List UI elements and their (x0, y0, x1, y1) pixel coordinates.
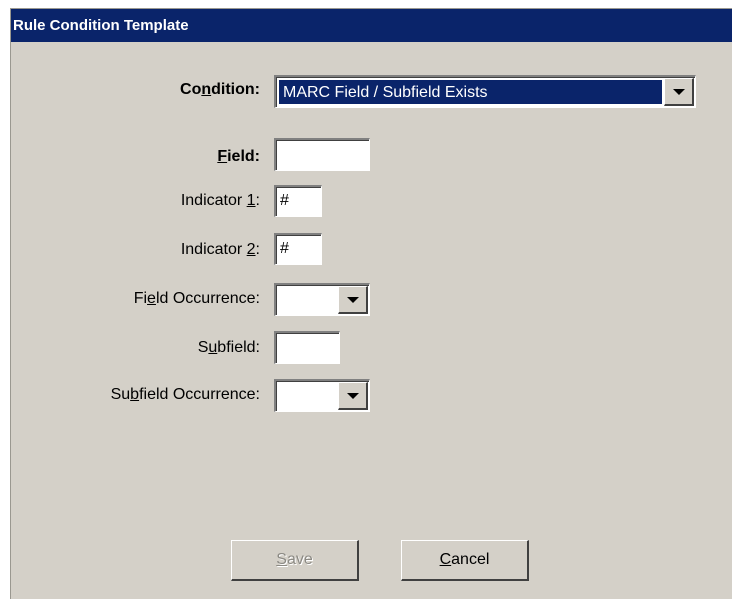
indicator-2-input[interactable]: # (274, 233, 322, 265)
indicator-1-label: Indicator 1: (180, 192, 260, 209)
cancel-button[interactable]: Cancel (401, 540, 529, 581)
condition-select-value: MARC Field / Subfield Exists (279, 80, 662, 104)
field-occurrence-dropdown-button[interactable] (338, 286, 368, 314)
field-input[interactable] (274, 138, 370, 171)
field-occurrence-select[interactable] (274, 283, 370, 316)
indicator-2-label: Indicator 2: (180, 241, 260, 258)
subfield-occurrence-dropdown-button[interactable] (338, 382, 368, 410)
field-occurrence-value (279, 288, 336, 312)
condition-label: Condition: (180, 81, 260, 98)
field-label: Field: (217, 148, 260, 165)
chevron-down-icon (346, 296, 359, 303)
field-occurrence-label: Field Occurrence: (133, 290, 260, 307)
subfield-input[interactable] (274, 331, 340, 364)
subfield-occurrence-value (279, 384, 336, 408)
rule-condition-dialog: Rule Condition Template Condition: MARC … (10, 8, 732, 599)
chevron-down-icon (672, 88, 685, 95)
condition-dropdown-button[interactable] (664, 78, 694, 106)
save-button[interactable]: Save (231, 540, 359, 581)
subfield-occurrence-select[interactable] (274, 379, 370, 412)
subfield-occurrence-label: Subfield Occurrence: (110, 386, 260, 403)
condition-select[interactable]: MARC Field / Subfield Exists (274, 75, 696, 108)
subfield-label: Subfield: (197, 339, 260, 356)
dialog-title: Rule Condition Template (11, 9, 732, 42)
chevron-down-icon (346, 392, 359, 399)
indicator-1-input[interactable]: # (274, 185, 322, 217)
